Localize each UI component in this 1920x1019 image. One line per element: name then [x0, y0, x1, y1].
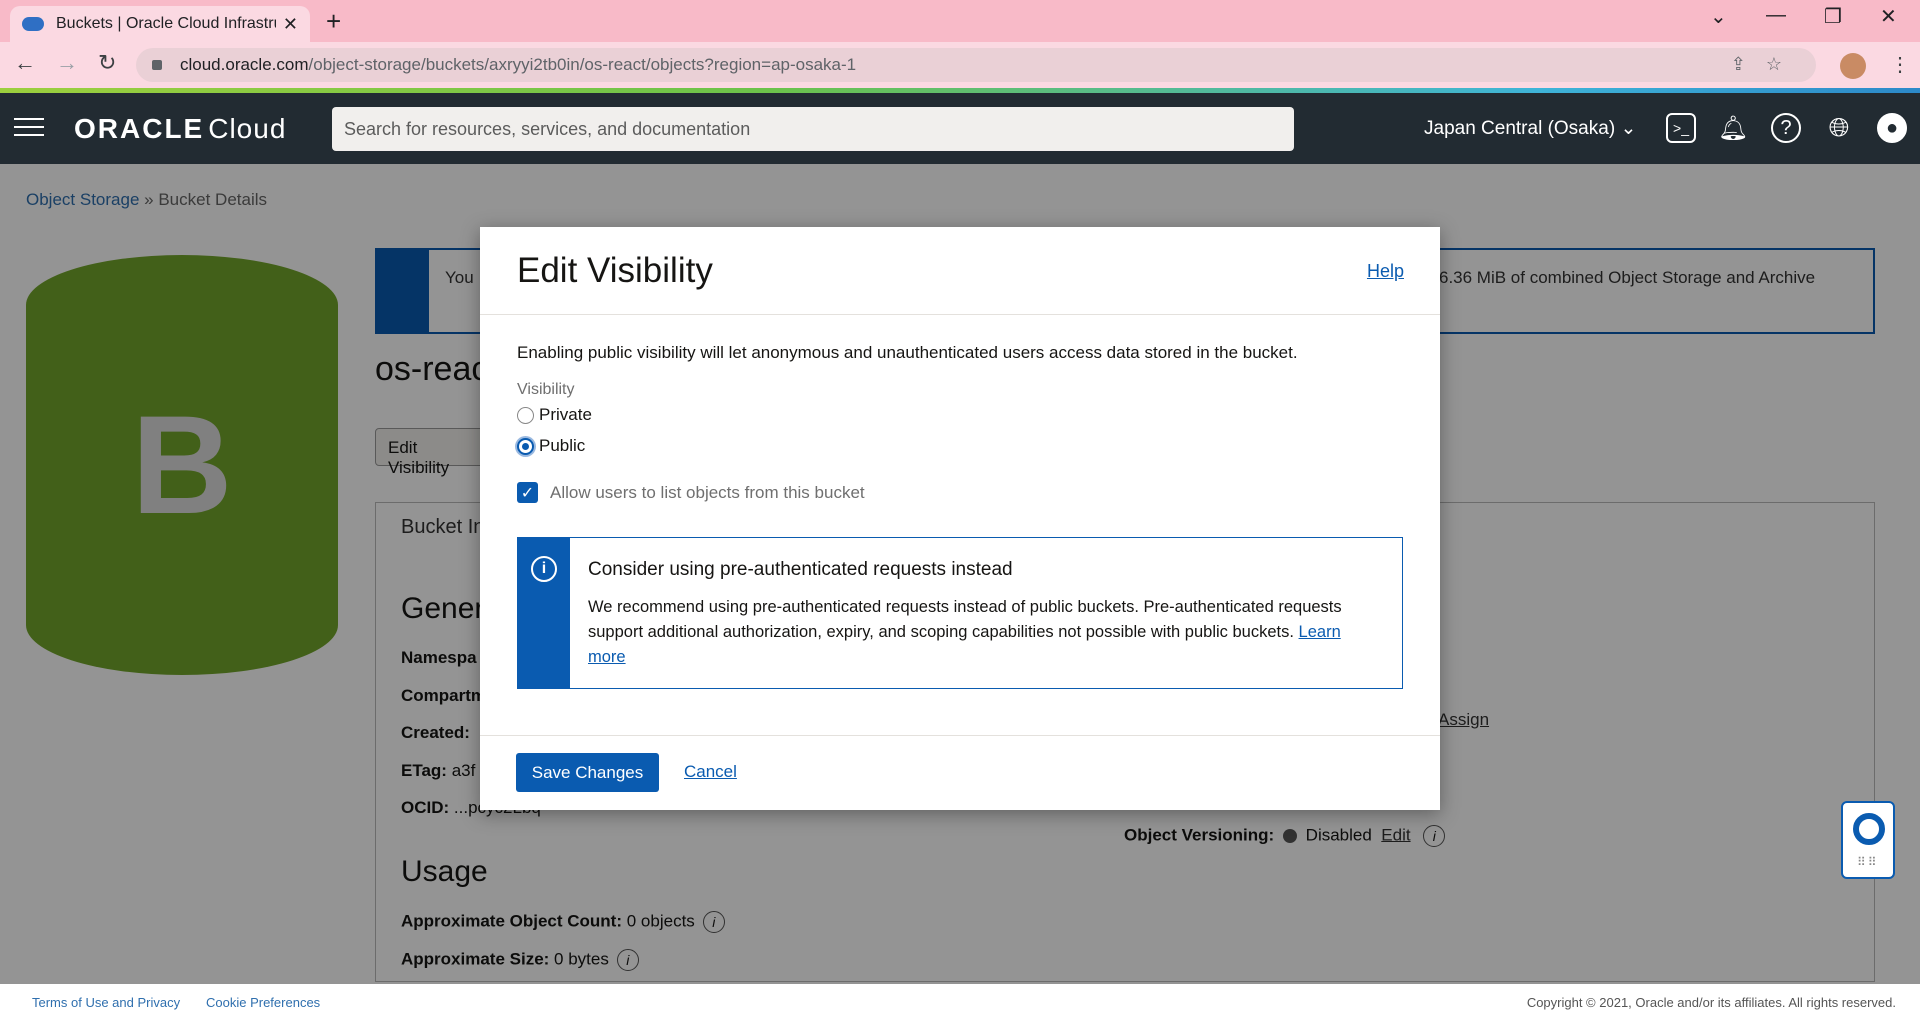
callout-body: We recommend using pre-authenticated req…: [588, 595, 1378, 670]
dialog-header: Edit Visibility Help: [480, 227, 1440, 315]
restore-window-icon[interactable]: ❐: [1824, 4, 1842, 29]
region-label: Japan Central (Osaka): [1424, 118, 1616, 139]
close-window-icon[interactable]: ✕: [1880, 4, 1897, 29]
share-and-bookmark-icons[interactable]: ⇪☆: [1731, 54, 1802, 75]
hamburger-menu-icon[interactable]: [14, 118, 44, 138]
oracle-cloud-logo[interactable]: ORACLE Cloud: [74, 113, 286, 145]
dialog-title: Edit Visibility: [517, 251, 713, 290]
profile-avatar[interactable]: [1840, 53, 1866, 79]
copyright-text: Copyright © 2021, Oracle and/or its affi…: [1526, 995, 1896, 1010]
url-path: /object-storage/buckets/axryyi2tb0in/os-…: [308, 55, 857, 74]
public-radio[interactable]: [517, 437, 534, 455]
par-callout: i Consider using pre-authenticated reque…: [517, 537, 1403, 689]
reload-icon[interactable]: ↻: [98, 50, 116, 76]
help-question-icon[interactable]: ?: [1771, 113, 1801, 143]
back-arrow-icon[interactable]: ←: [14, 50, 36, 76]
lock-icon: [152, 60, 162, 70]
close-tab-icon[interactable]: ✕: [283, 14, 298, 35]
public-radio-label: Public: [539, 436, 586, 455]
visibility-public-option[interactable]: Public: [517, 436, 585, 456]
save-changes-button[interactable]: Save Changes: [516, 753, 659, 792]
region-selector[interactable]: Japan Central (Osaka) ⌄: [1424, 117, 1636, 140]
private-radio[interactable]: [517, 406, 534, 424]
visibility-private-option[interactable]: Private: [517, 405, 592, 425]
browser-tab[interactable]: Buckets | Oracle Cloud Infrastructu ✕: [10, 6, 310, 42]
callout-title: Consider using pre-authenticated request…: [588, 559, 1013, 580]
private-radio-label: Private: [539, 405, 592, 424]
help-link[interactable]: Help: [1367, 261, 1404, 282]
new-tab-icon[interactable]: +: [326, 6, 341, 37]
drag-handle-icon[interactable]: ⠿⠿: [1857, 855, 1879, 869]
terms-link[interactable]: Terms of Use and Privacy: [32, 995, 180, 1010]
list-objects-option[interactable]: ✓ Allow users to list objects from this …: [517, 482, 865, 503]
user-profile-icon[interactable]: ●: [1877, 113, 1907, 143]
list-objects-label: Allow users to list objects from this bu…: [550, 482, 865, 502]
edit-visibility-dialog: Edit Visibility Help Enabling public vis…: [480, 227, 1440, 810]
minimize-window-icon[interactable]: —: [1766, 4, 1786, 27]
dialog-footer: Save Changes Cancel: [480, 735, 1440, 810]
search-input[interactable]: Search for resources, services, and docu…: [332, 107, 1294, 151]
url-host: cloud.oracle.com: [180, 55, 309, 74]
address-bar[interactable]: cloud.oracle.com/object-storage/buckets/…: [136, 48, 1816, 82]
tab-search-chevron-icon[interactable]: ⌄: [1710, 4, 1727, 29]
forward-arrow-icon[interactable]: →: [56, 50, 78, 76]
logo-brand: ORACLE: [74, 113, 205, 144]
cloud-shell-icon[interactable]: >_: [1666, 113, 1696, 143]
help-widget[interactable]: ⠿⠿: [1841, 801, 1895, 879]
page-footer: Terms of Use and Privacy Cookie Preferen…: [0, 984, 1920, 1019]
notifications-bell-icon[interactable]: 🔔︎: [1718, 113, 1748, 143]
lifebuoy-icon: [1853, 813, 1885, 845]
browser-menu-icon[interactable]: ⋮: [1890, 52, 1910, 77]
callout-body-text: We recommend using pre-authenticated req…: [588, 598, 1342, 641]
language-globe-icon[interactable]: 🌐︎: [1824, 112, 1854, 143]
list-objects-checkbox[interactable]: ✓: [517, 482, 538, 503]
info-icon: i: [531, 556, 557, 582]
cookie-preferences-link[interactable]: Cookie Preferences: [206, 995, 320, 1010]
oracle-cloud-favicon-icon: [22, 17, 44, 31]
cancel-link[interactable]: Cancel: [684, 762, 737, 782]
browser-tab-title: Buckets | Oracle Cloud Infrastructu: [56, 15, 276, 32]
dialog-description: Enabling public visibility will let anon…: [517, 343, 1298, 362]
visibility-label: Visibility: [517, 381, 575, 398]
logo-product: Cloud: [208, 113, 287, 144]
chevron-down-icon: ⌄: [1620, 118, 1637, 139]
